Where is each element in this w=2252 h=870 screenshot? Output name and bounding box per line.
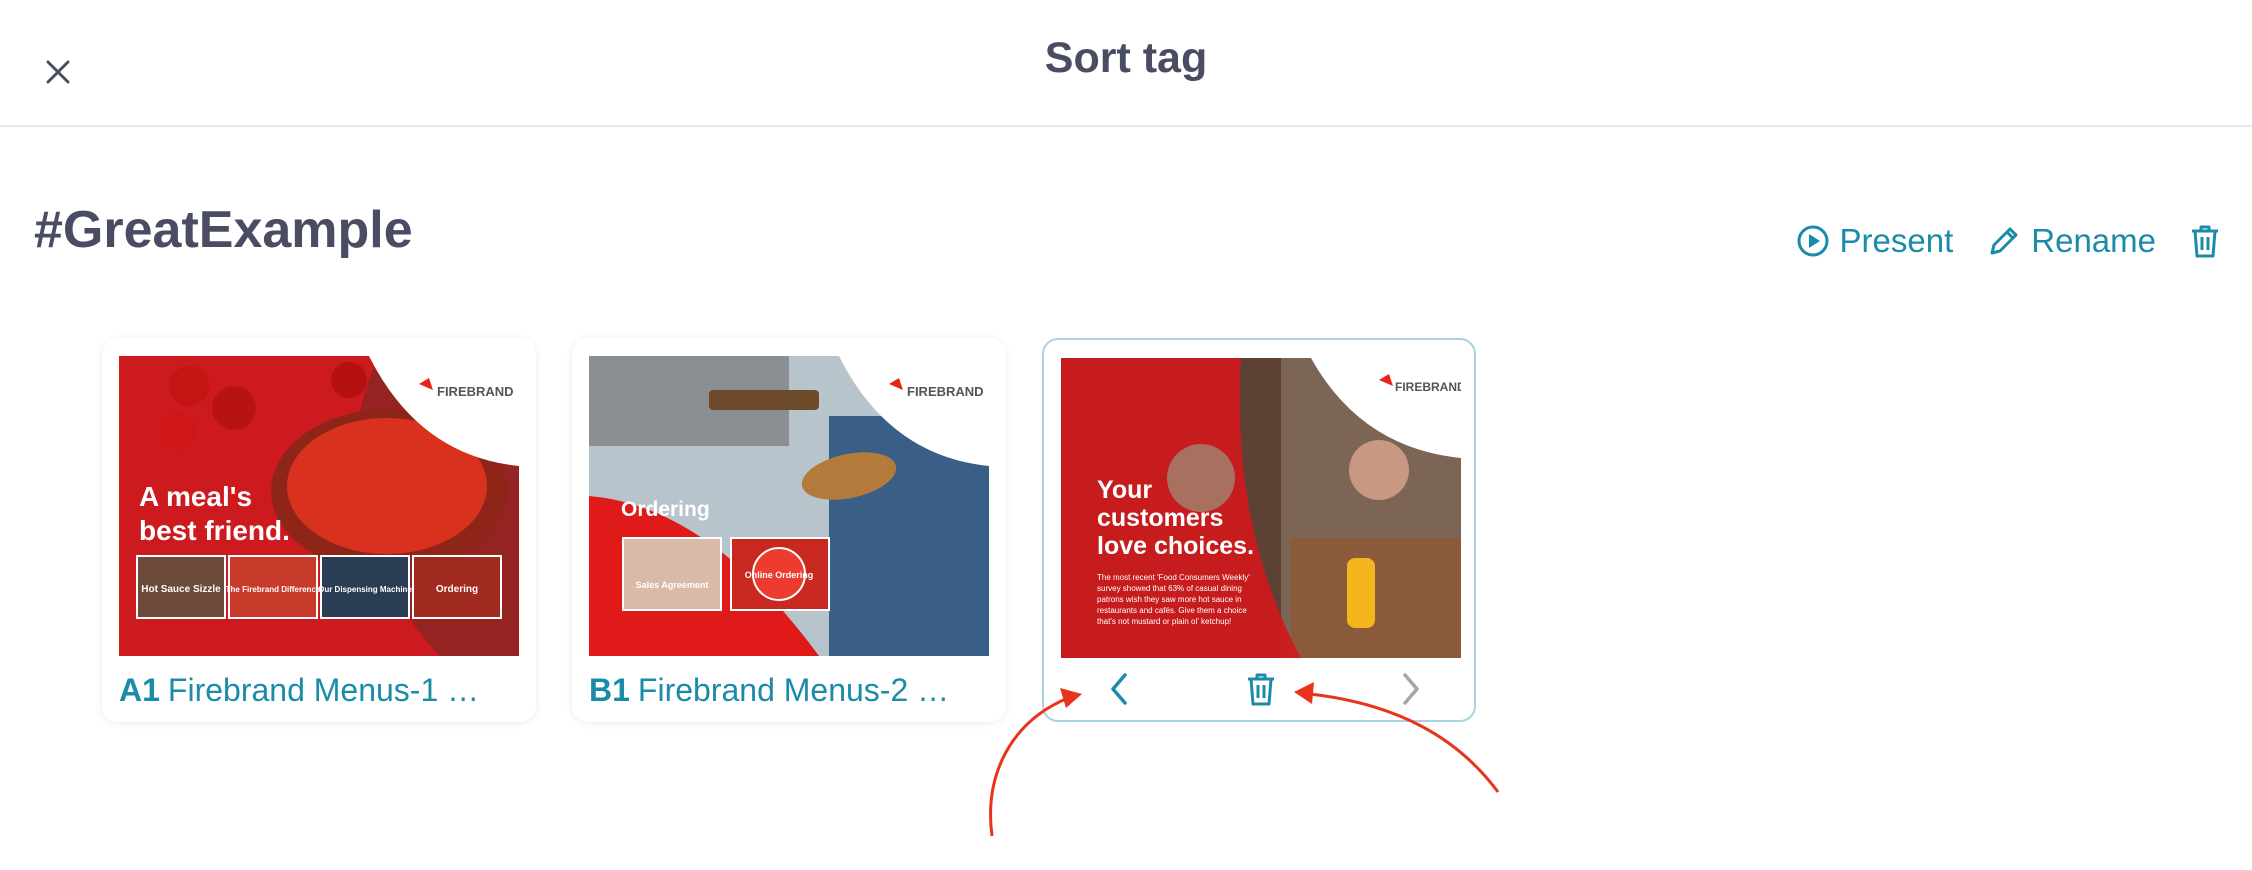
slide-tile-label: Ordering <box>436 584 478 595</box>
slide-body-line: restaurants and cafés. Give them a choic… <box>1097 606 1247 615</box>
slide-code: A1 <box>119 672 160 708</box>
slide-headline-2: best friend. <box>139 515 290 546</box>
slide-card-b1[interactable]: FIREBRAND Ordering Sales Agreement Onlin… <box>572 338 1006 722</box>
slide-card-selected[interactable]: FIREBRAND Your customers love choices. T… <box>1042 338 1476 722</box>
brand-logo-text: FIREBRAND <box>907 384 984 399</box>
slide-headline-1: Your <box>1097 476 1152 504</box>
slide-label[interactable]: A1 Firebrand Menus-1 … <box>119 672 519 709</box>
slide-thumbnail: FIREBRAND Your customers love choices. T… <box>1061 358 1461 658</box>
pencil-icon <box>1990 227 2018 255</box>
rename-label: Rename <box>2031 222 2156 259</box>
remove-from-tag-button[interactable] <box>1238 666 1284 712</box>
slide-thumbnail: FIREBRAND Ordering Sales Agreement Onlin… <box>589 356 989 656</box>
delete-tag-button[interactable] <box>2190 223 2230 259</box>
slide-body-line: that's not mustard or plain ol' ketchup! <box>1097 617 1231 626</box>
slide-headline-1: A meal's <box>139 481 252 512</box>
slide-body-line: patrons wish they saw more hot sauce in <box>1097 595 1242 604</box>
dialog-title: Sort tag <box>1044 34 1208 82</box>
trash-icon <box>2192 225 2218 258</box>
slide-body-line: The most recent 'Food Consumers Weekly' <box>1097 573 1250 582</box>
chevron-left-icon <box>1111 673 1127 705</box>
dialog-header: Sort tag <box>0 0 2252 127</box>
slide-headline-2: customers <box>1097 504 1223 532</box>
chevron-right-icon <box>1403 673 1419 705</box>
slide-tile-label: Online Ordering <box>745 570 814 580</box>
slide-headline-3: love choices. <box>1097 532 1254 560</box>
move-left-button[interactable] <box>1096 666 1142 712</box>
slide-title: Firebrand Menus-1 … <box>167 672 480 708</box>
slide-controls <box>1044 666 1474 712</box>
tag-title: #GreatExample <box>34 201 413 259</box>
slide-tile-label: The Firebrand Difference <box>226 585 321 594</box>
slide-title: Firebrand Menus-2 … <box>637 672 950 708</box>
move-right-button[interactable] <box>1388 666 1434 712</box>
slide-body-line: survey showed that 63% of casual dining <box>1097 584 1242 593</box>
brand-logo-text: FIREBRAND <box>1395 380 1461 394</box>
slide-label[interactable]: B1 Firebrand Menus-2 … <box>589 672 989 709</box>
present-button[interactable]: Present <box>1796 222 1954 260</box>
tag-actions: Present Rename <box>1762 222 2230 260</box>
present-label: Present <box>1839 222 1954 259</box>
rename-button[interactable]: Rename <box>1987 222 2156 260</box>
slide-headline: Ordering <box>621 498 710 521</box>
slide-tile-label: Sales Agreement <box>636 580 709 590</box>
slide-thumbnail: FIREBRAND A meal's best friend. Hot Sauc… <box>119 356 519 656</box>
play-circle-icon <box>1797 225 1829 257</box>
trash-icon <box>1248 673 1274 706</box>
slide-tile-label: Hot Sauce Sizzle <box>141 584 221 595</box>
slide-card-a1[interactable]: FIREBRAND A meal's best friend. Hot Sauc… <box>102 338 536 722</box>
slide-tile-label: Our Dispensing Machine <box>318 585 412 594</box>
brand-logo-text: FIREBRAND <box>437 384 514 399</box>
slide-code: B1 <box>589 672 630 708</box>
